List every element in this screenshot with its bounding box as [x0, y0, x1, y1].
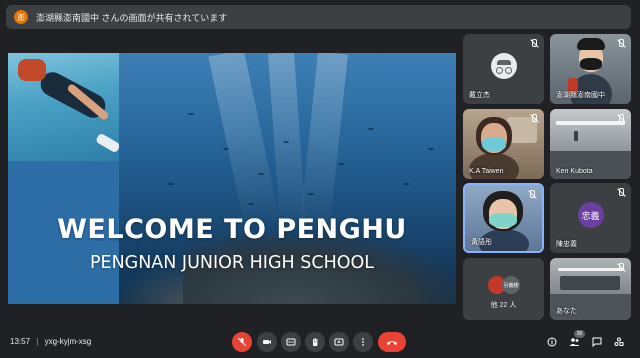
- person-hair: [577, 38, 605, 50]
- meeting-code[interactable]: yxg-kyjm-xsg: [45, 337, 92, 346]
- mic-toggle-button[interactable]: [232, 332, 252, 352]
- videocam-icon: [263, 340, 271, 344]
- fish: [168, 183, 174, 185]
- diver-fin: [95, 132, 119, 154]
- mic-off-icon: [529, 39, 538, 48]
- diver-photo: [8, 53, 119, 161]
- raise-hand-button[interactable]: [305, 332, 325, 352]
- whiteboard: [560, 276, 620, 290]
- anonymous-avatar-icon: [490, 53, 517, 79]
- participant-count-badge: 30: [574, 330, 585, 338]
- present-screen-icon: [334, 338, 344, 346]
- mic-off-icon: [616, 39, 625, 48]
- info-icon: [547, 337, 557, 347]
- shared-screen[interactable]: WELCOME TO PENGHU PENGNAN JUNIOR HIGH SC…: [8, 53, 456, 304]
- mic-off-icon: [237, 337, 247, 347]
- participants-button[interactable]: 30: [566, 330, 585, 350]
- separator: |: [36, 337, 39, 346]
- participant-tile[interactable]: 忠義 陳忠義: [550, 183, 631, 253]
- fish: [223, 148, 229, 150]
- more-vert-icon: [362, 338, 364, 346]
- leave-call-button[interactable]: [378, 332, 406, 352]
- light-ray: [299, 53, 348, 234]
- fish: [188, 113, 194, 115]
- current-time: 13:57: [10, 337, 31, 346]
- others-count-label: 他 22 人: [490, 302, 517, 309]
- participant-name: あなた: [556, 308, 577, 315]
- face-mask: [482, 137, 506, 151]
- participant-name: Ken Kubota: [556, 168, 593, 175]
- people-icon: [569, 338, 579, 346]
- fish: [368, 128, 374, 130]
- fish: [258, 173, 264, 175]
- fish: [308, 193, 314, 195]
- meeting-details: 13:57 | yxg-kyjm-xsg: [10, 337, 91, 346]
- presenter-avatar: 澎: [14, 10, 28, 24]
- other-participant-avatar: 引義榜: [502, 276, 520, 294]
- participant-name: 黃語彤: [471, 239, 492, 246]
- camera-toggle-button[interactable]: [257, 332, 277, 352]
- slide-title: WELCOME TO PENGHU: [57, 214, 407, 245]
- chat-button[interactable]: [589, 334, 605, 350]
- chat-icon: [592, 337, 602, 347]
- face-mask: [580, 58, 602, 70]
- person-body: [469, 153, 519, 179]
- captions-button[interactable]: [281, 332, 301, 352]
- fish: [338, 163, 344, 165]
- ceiling-light: [556, 121, 625, 125]
- raise-hand-icon: [313, 338, 318, 346]
- self-tile[interactable]: あなた: [550, 258, 631, 320]
- more-options-button[interactable]: [353, 332, 373, 352]
- fish: [428, 148, 434, 150]
- face-mask: [489, 213, 517, 227]
- meeting-control-bar: 13:57 | yxg-kyjm-xsg 30: [0, 322, 640, 358]
- present-button[interactable]: [329, 332, 349, 352]
- call-end-icon: [387, 341, 397, 345]
- mic-off-icon: [616, 114, 625, 123]
- ceiling-light: [558, 268, 623, 271]
- mic-off-icon: [529, 114, 538, 123]
- participant-avatar: 忠義: [577, 202, 604, 228]
- fish: [248, 203, 254, 205]
- mic-off-icon: [527, 190, 536, 199]
- screen-share-banner: 澎 澎湖縣澎南國中 さんの画面が共有されています: [6, 5, 631, 29]
- fish: [283, 141, 289, 143]
- others-tile[interactable]: 引義榜 他 22 人: [463, 258, 544, 320]
- diver-vest: [18, 59, 46, 81]
- slide-subtitle: PENGNAN JUNIOR HIGH SCHOOL: [89, 253, 375, 273]
- screen-share-notice: 澎湖縣澎南國中 さんの画面が共有されています: [36, 12, 228, 23]
- activities-icon: [614, 337, 624, 346]
- participant-tile[interactable]: K.A Taiwen: [463, 109, 544, 179]
- classroom-object: [574, 131, 578, 141]
- participant-name: K.A Taiwen: [469, 168, 504, 175]
- participant-name: 戴立杰: [469, 92, 490, 99]
- meeting-info-button[interactable]: [544, 334, 560, 350]
- participant-tile[interactable]: Ken Kubota: [550, 109, 631, 179]
- activities-button[interactable]: [611, 334, 627, 350]
- participant-name: 陳忠義: [556, 241, 577, 248]
- closed-caption-icon: [286, 338, 296, 346]
- participant-tile-active-speaker[interactable]: 黃語彤: [463, 183, 544, 253]
- participant-tile[interactable]: 澎湖縣澎南國中: [550, 34, 631, 104]
- mic-off-icon: [616, 263, 625, 272]
- participant-name: 澎湖縣澎南國中: [556, 92, 605, 99]
- participant-tile[interactable]: 戴立杰: [463, 34, 544, 104]
- mic-off-icon: [616, 188, 625, 197]
- fish: [403, 183, 409, 185]
